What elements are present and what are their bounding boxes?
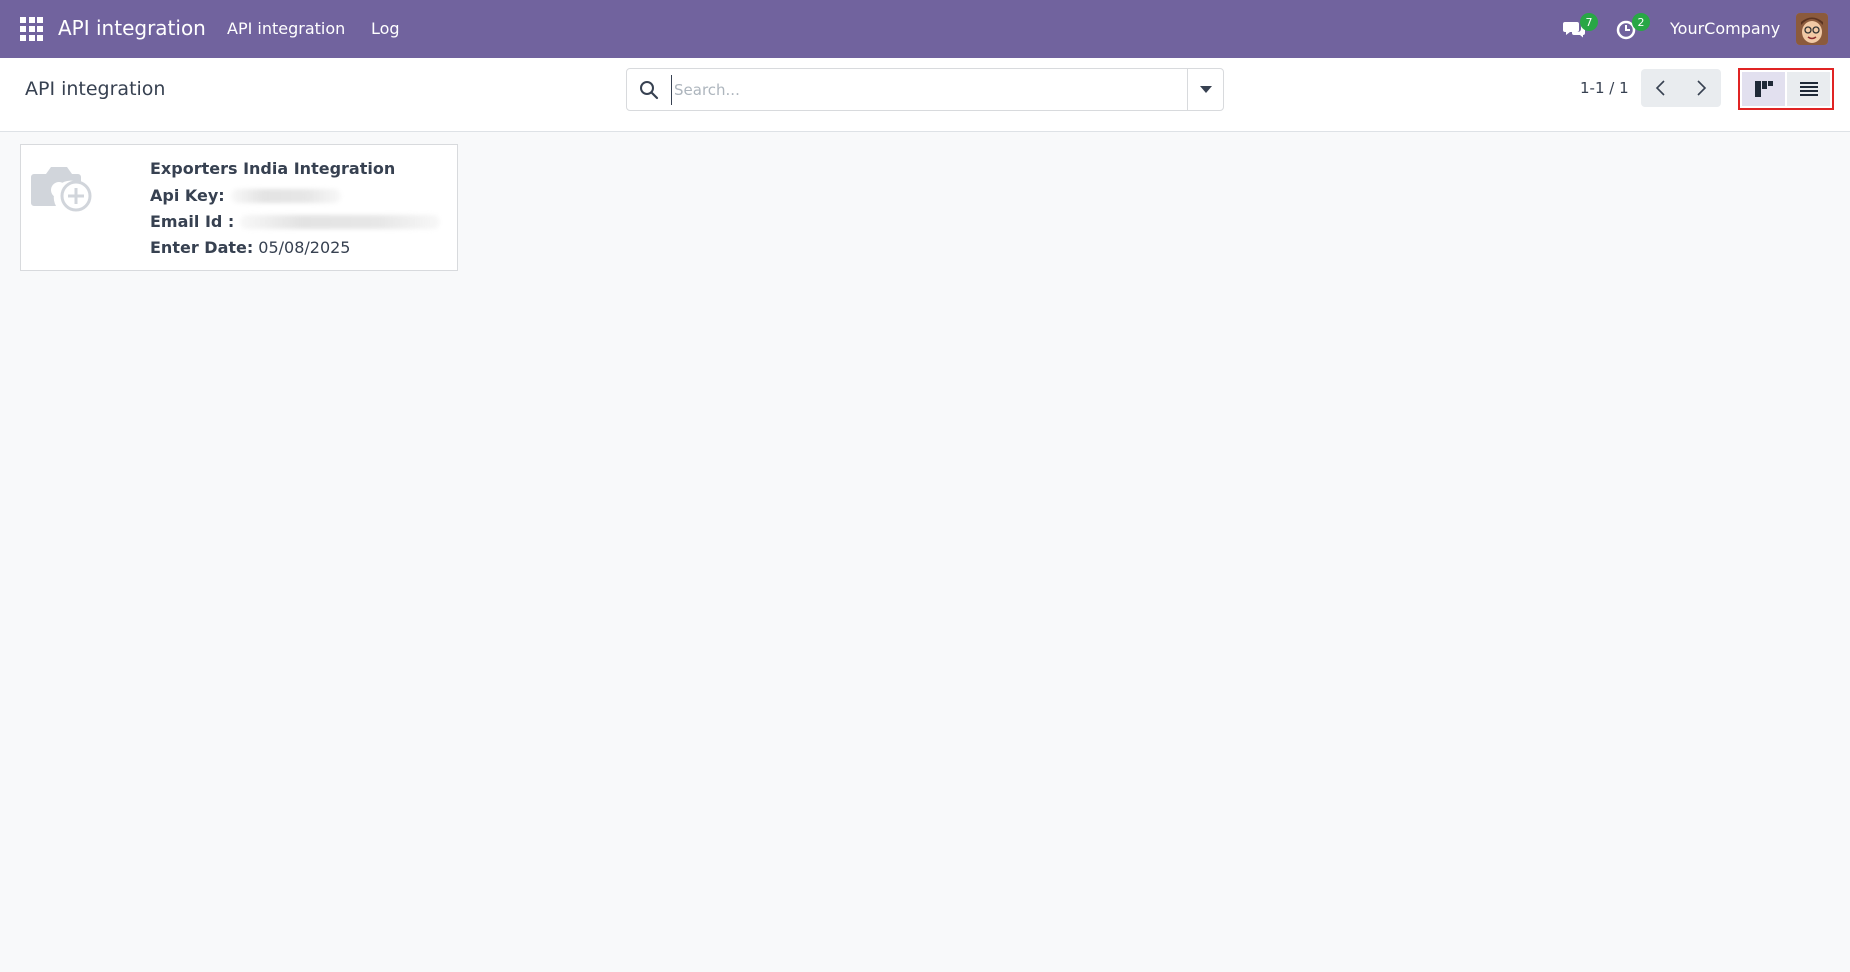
email-label: Email Id : xyxy=(150,212,235,231)
activities-button[interactable]: 2 xyxy=(1614,13,1650,44)
search-input[interactable] xyxy=(671,75,1171,105)
pager-value[interactable]: 1-1 / 1 xyxy=(1580,79,1629,97)
list-view-button[interactable] xyxy=(1787,72,1830,106)
caret-down-icon xyxy=(1199,86,1212,93)
search-icon xyxy=(640,81,659,100)
api-key-row: Api Key: xyxy=(150,183,440,209)
activities-badge: 2 xyxy=(1632,13,1650,31)
api-key-redacted xyxy=(230,189,341,203)
avatar-face-icon xyxy=(1796,13,1828,45)
messages-badge: 7 xyxy=(1580,13,1598,31)
chevron-left-icon xyxy=(1655,80,1665,96)
date-value: 05/08/2025 xyxy=(258,238,351,257)
card-body: Exporters India Integration Api Key: Ema… xyxy=(150,157,441,261)
page-title: API integration xyxy=(25,78,166,100)
chevron-right-icon xyxy=(1697,80,1707,96)
search-bar[interactable] xyxy=(626,68,1224,111)
kanban-view-button[interactable] xyxy=(1742,72,1785,106)
company-switcher[interactable]: YourCompany xyxy=(1670,19,1780,38)
date-label: Enter Date: xyxy=(150,238,254,257)
email-redacted xyxy=(240,215,441,229)
menu-item-api-integration[interactable]: API integration xyxy=(227,19,345,38)
apps-menu-icon[interactable] xyxy=(20,17,45,42)
pager-previous-button[interactable] xyxy=(1641,69,1681,107)
email-row: Email Id : xyxy=(150,209,441,235)
control-panel: API integration 1-1 / 1 xyxy=(0,58,1850,132)
menu-item-log[interactable]: Log xyxy=(371,19,400,38)
kanban-record-card[interactable]: Exporters India Integration Api Key: Ema… xyxy=(20,144,458,271)
view-switcher xyxy=(1738,68,1834,110)
api-key-label: Api Key: xyxy=(150,186,225,205)
camera-add-icon xyxy=(31,167,92,212)
messages-button[interactable]: 7 xyxy=(1562,13,1598,44)
pager-next-button[interactable] xyxy=(1681,69,1721,107)
app-brand[interactable]: API integration xyxy=(58,16,206,40)
search-options-toggle[interactable] xyxy=(1187,69,1223,110)
list-icon xyxy=(1799,82,1818,96)
card-title: Exporters India Integration xyxy=(150,159,396,178)
kanban-icon xyxy=(1754,81,1773,97)
top-navbar: API integration API integration Log 7 2 … xyxy=(0,0,1850,58)
date-row: Enter Date: 05/08/2025 xyxy=(150,235,440,261)
user-avatar[interactable] xyxy=(1796,13,1828,45)
